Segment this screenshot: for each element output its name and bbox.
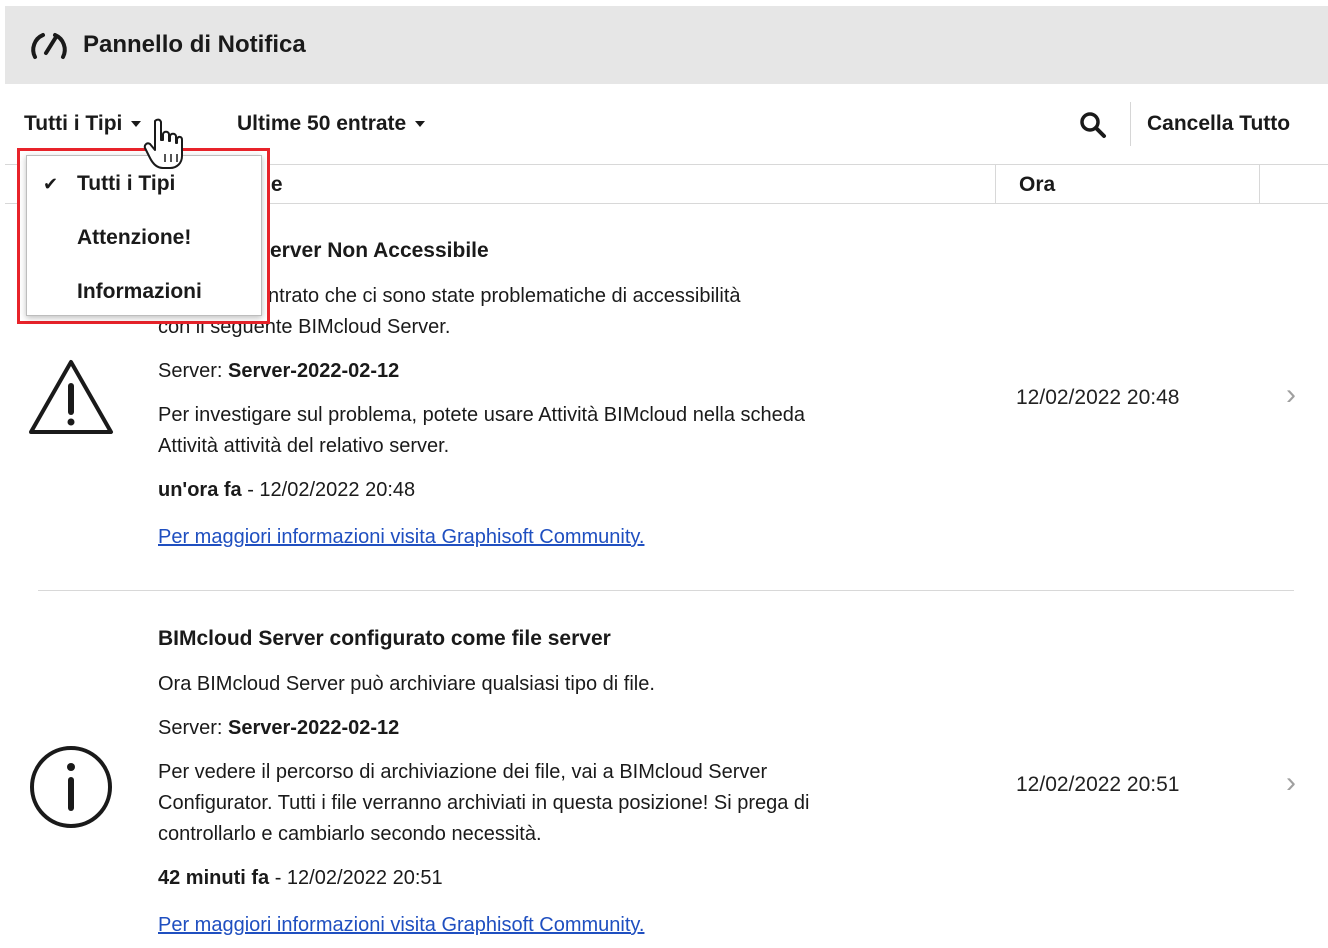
notification-detail: Per investigare sul problema, potete usa…	[158, 404, 806, 426]
relative-time: 42 minuti fa	[158, 867, 270, 889]
notification-text: con il seguente BIMcloud Server.	[158, 316, 451, 338]
notification-text: ha riscontrato che ci sono state problem…	[198, 285, 741, 307]
absolute-time: - 12/02/2022 20:51	[269, 867, 443, 889]
notification-row[interactable]: BIMcloud Server configurato come file se…	[0, 618, 1328, 948]
type-filter-dropdown[interactable]: Tutti i Tipi	[24, 112, 142, 136]
notification-timestamp: 42 minuti fa - 12/02/2022 20:51	[158, 863, 978, 894]
chevron-right-icon[interactable]: ›	[1286, 768, 1296, 798]
community-link[interactable]: Per maggiori informazioni visita Graphis…	[158, 526, 644, 548]
entries-filter-dropdown[interactable]: Ultime 50 entrate	[237, 112, 426, 136]
chevron-right-icon[interactable]: ›	[1286, 380, 1296, 410]
type-filter-label: Tutti i Tipi	[24, 112, 123, 135]
page-title: Pannello di Notifica	[83, 31, 306, 58]
notification-timestamp: un'ora fa - 12/02/2022 20:48	[158, 475, 978, 506]
row-divider	[38, 590, 1294, 591]
checkmark-icon: ✔	[43, 174, 59, 194]
server-label: Server:	[158, 717, 229, 739]
notification-server: Server: Server-2022-02-12	[158, 356, 978, 387]
toolbar: Tutti i Tipi Ultime 50 entrate Cancella …	[0, 100, 1328, 148]
warning-icon	[29, 360, 113, 434]
notification-time: 12/02/2022 20:48	[1016, 386, 1180, 409]
notification-detail: Attività attività del relativo server.	[158, 435, 450, 457]
type-filter-menu: ✔ Tutti i Tipi Attenzione! Informazioni	[26, 155, 262, 316]
panel-header: Pannello di Notifica	[5, 6, 1328, 84]
search-icon[interactable]	[1078, 110, 1108, 140]
notification-detail: controllarlo e cambiarlo secondo necessi…	[158, 823, 542, 845]
chevron-down-icon	[415, 121, 426, 127]
menu-item-label: Attenzione!	[77, 226, 192, 249]
toolbar-divider	[1130, 102, 1131, 146]
hand-cursor-icon	[143, 118, 183, 169]
server-label: Server:	[158, 360, 229, 382]
menu-item-warning[interactable]: Attenzione!	[27, 218, 261, 258]
notification-detail: Per vedere il percorso di archiviazione …	[158, 761, 768, 783]
notification-title: BIMcloud Server configurato come file se…	[158, 627, 611, 650]
community-link[interactable]: Per maggiori informazioni visita Graphis…	[158, 914, 644, 936]
notification-title: Server Non Accessibile	[256, 239, 489, 262]
server-name: Server-2022-02-12	[228, 360, 400, 382]
notification-body: Server Non Accessibile ha riscontrato ch…	[158, 235, 978, 553]
entries-filter-label: Ultime 50 entrate	[237, 112, 407, 135]
notification-body: BIMcloud Server configurato come file se…	[158, 623, 978, 941]
type-filter-menu-highlight: ✔ Tutti i Tipi Attenzione! Informazioni	[17, 148, 270, 324]
menu-item-label: Tutti i Tipi	[77, 172, 176, 195]
clear-all-button[interactable]: Cancella Tutto	[1147, 112, 1290, 136]
gauge-icon	[31, 33, 67, 59]
column-divider	[1259, 165, 1260, 203]
notification-text: Ora BIMcloud Server può archiviare quals…	[158, 673, 655, 695]
server-name: Server-2022-02-12	[228, 717, 400, 739]
notification-time: 12/02/2022 20:51	[1016, 773, 1180, 796]
absolute-time: - 12/02/2022 20:48	[241, 479, 416, 501]
info-icon	[30, 746, 112, 828]
menu-item-information[interactable]: Informazioni	[27, 272, 261, 312]
relative-time: un'ora fa	[158, 479, 242, 501]
notification-detail: Configurator. Tutti i file verranno arch…	[158, 792, 810, 814]
column-time-header[interactable]: Ora	[1019, 173, 1055, 197]
column-divider	[995, 165, 996, 203]
chevron-down-icon	[131, 121, 142, 127]
notification-server: Server: Server-2022-02-12	[158, 713, 978, 744]
menu-item-label: Informazioni	[77, 280, 202, 303]
